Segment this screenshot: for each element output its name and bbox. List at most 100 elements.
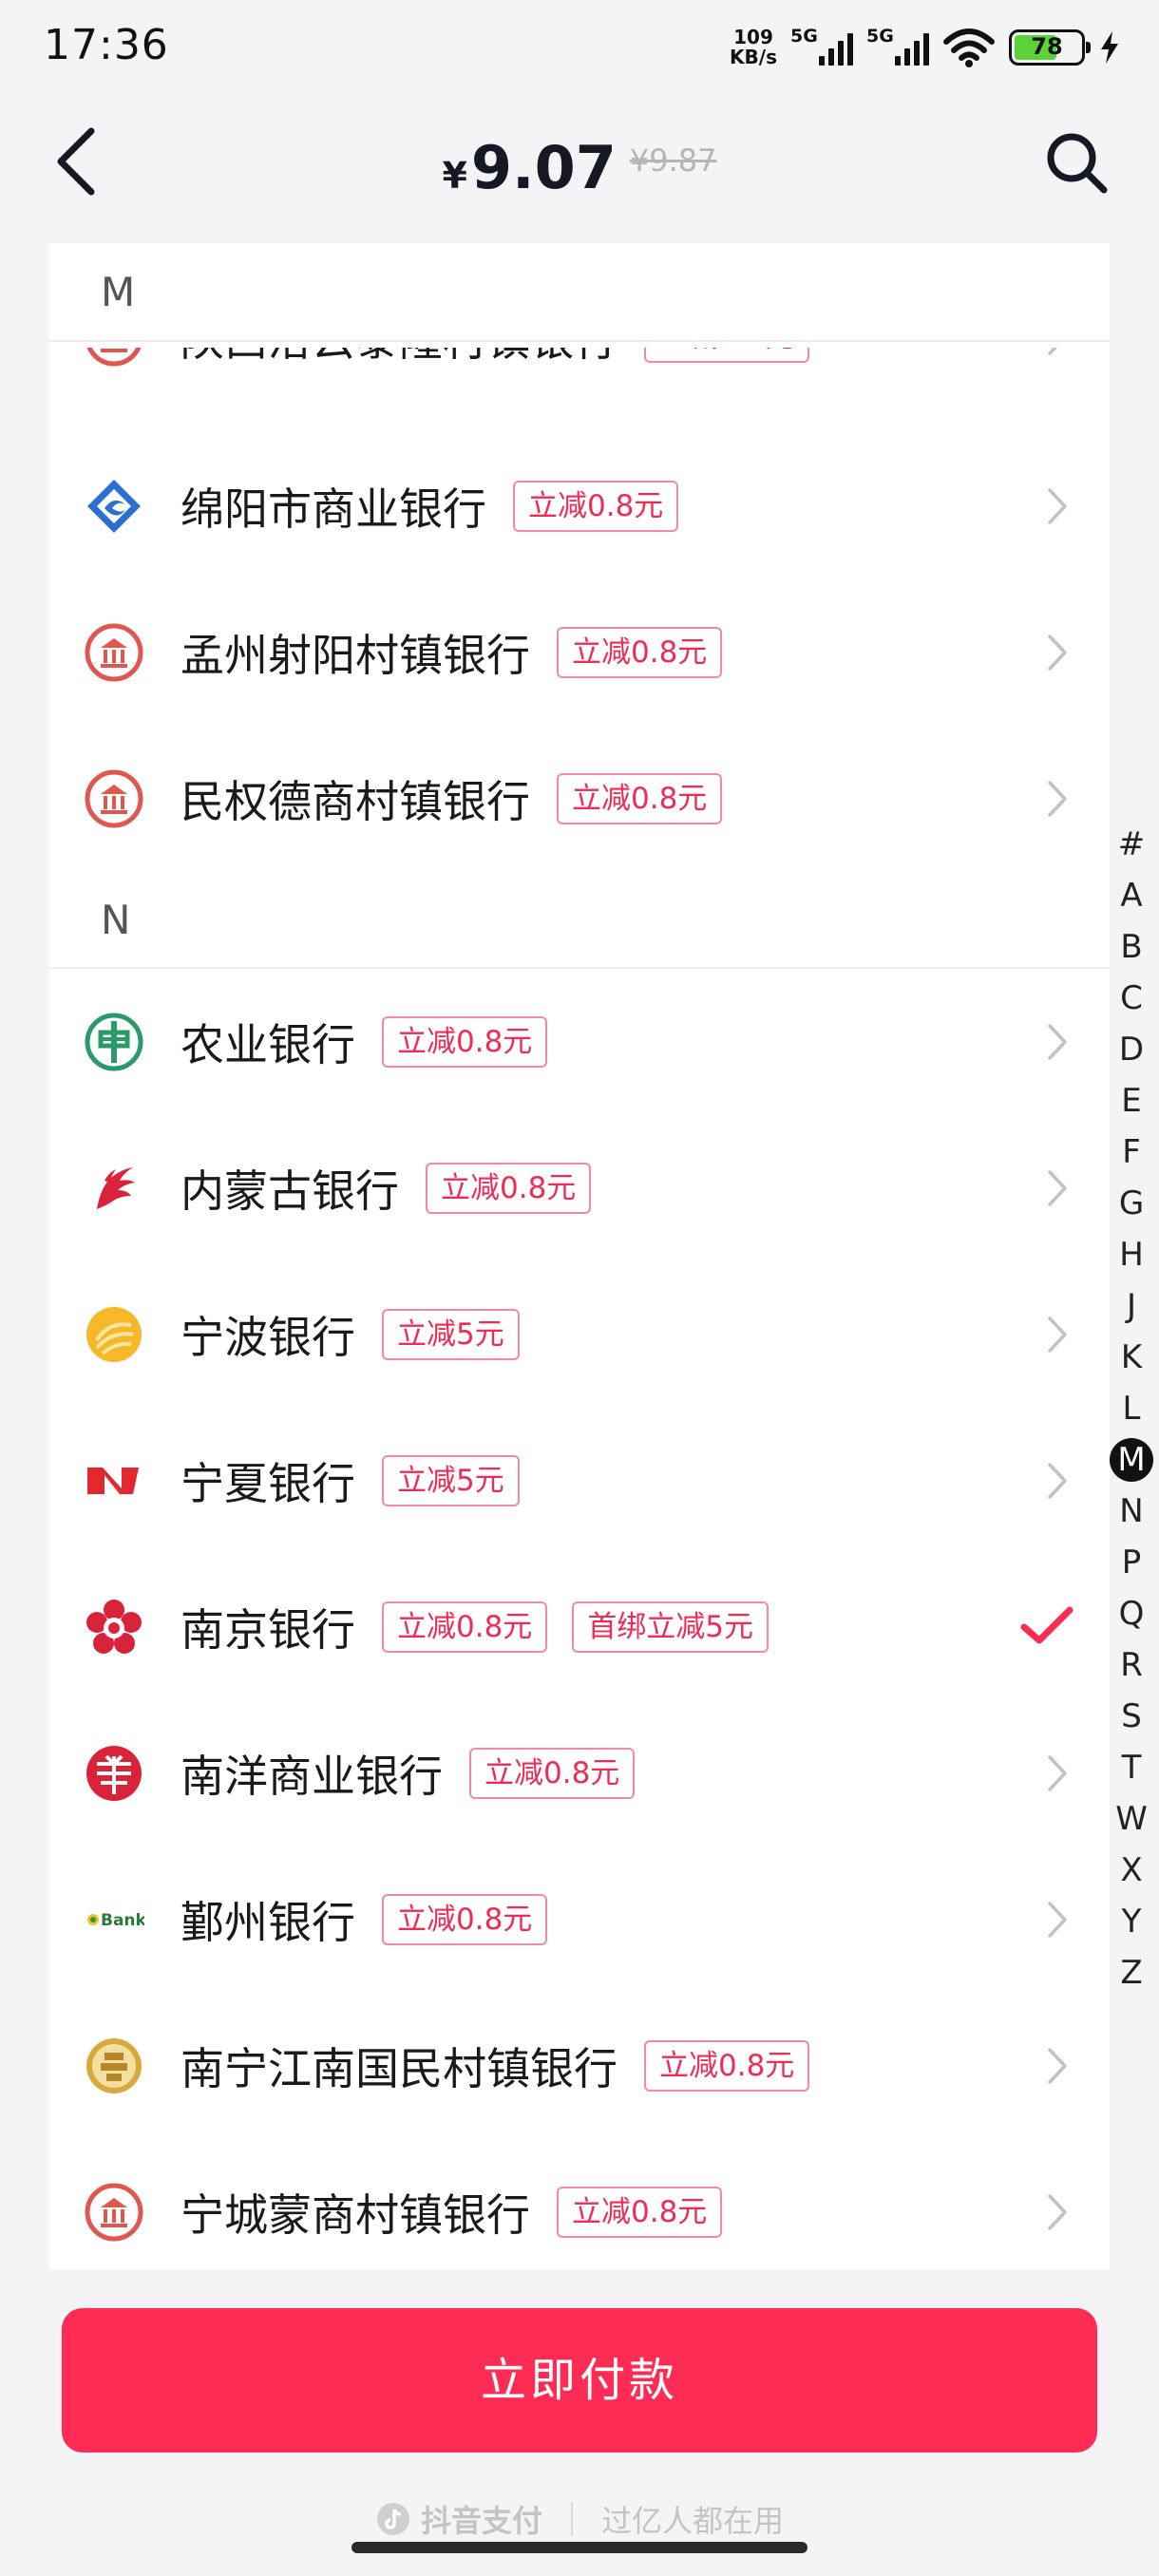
bank-building-icon [85, 2183, 143, 2242]
index-letter[interactable]: # [1108, 819, 1155, 870]
index-letter[interactable]: X [1108, 1845, 1155, 1896]
svg-text:Bank: Bank [101, 1911, 144, 1930]
discount-badge: 立减0.8元 [557, 2187, 723, 2238]
chevron-right-icon [1048, 2194, 1067, 2230]
price-display: ¥9.07 ¥9.87 [0, 133, 1159, 202]
chevron-right-icon [1048, 1755, 1067, 1791]
discount-badge: 立减5元 [382, 1455, 520, 1506]
bank-building-icon [85, 623, 143, 682]
cellular-signal-icon: 5G [866, 26, 929, 69]
bank-name: 孟州射阳村镇银行 [180, 630, 530, 681]
discount-badge: 立减0.8元 [382, 1894, 548, 1945]
header: ¥9.07 ¥9.87 [0, 95, 1159, 256]
index-letter[interactable]: B [1108, 921, 1155, 973]
bank-name: 鄞州银行 [180, 1897, 355, 1948]
network-speed-unit: KB/s [730, 46, 777, 68]
bank-row[interactable]: 宁波银行 立减5元 [49, 1261, 1110, 1408]
bank-row[interactable]: 民权德商村镇银行 立减0.8元 [49, 726, 1110, 872]
index-letter[interactable]: T [1108, 1742, 1155, 1793]
section-letter: N [101, 896, 131, 943]
chevron-right-icon [1048, 1170, 1067, 1206]
index-letter[interactable]: E [1108, 1075, 1155, 1127]
chevron-right-icon [1048, 1463, 1067, 1499]
bank-row[interactable]: Bank 鄞州银行 立减0.8元 [49, 1847, 1110, 1993]
bank-row[interactable]: 宁夏银行 立减5元 [49, 1408, 1110, 1554]
index-letter[interactable]: Y [1108, 1896, 1155, 1947]
bank-row[interactable]: 孟州射阳村镇银行 立减0.8元 [49, 579, 1110, 726]
signal-type-label: 5G [866, 26, 894, 47]
nanning-jiangnan-bank-logo [86, 2038, 142, 2093]
ningxia-bank-logo [87, 1468, 139, 1494]
status-bar: 17:36 109 KB/s 5G 5G 78 [0, 0, 1159, 95]
home-indicator[interactable] [352, 2542, 808, 2553]
checkmark-icon [1020, 1606, 1074, 1644]
index-letter[interactable]: W [1108, 1793, 1155, 1845]
bank-list: M 陕西洛云泰隆村镇银行 立减0.8元 绵阳市商业银行 立减0.8元 [49, 243, 1110, 2270]
bank-name: 宁夏银行 [180, 1458, 355, 1509]
index-letter[interactable]: P [1108, 1537, 1155, 1588]
bank-name: 宁波银行 [180, 1312, 355, 1363]
index-letter[interactable]: D [1108, 1024, 1155, 1075]
discount-badge: 立减0.8元 [644, 2040, 810, 2092]
original-price: ¥9.87 [629, 142, 717, 179]
footer-divider [571, 2502, 573, 2536]
chevron-right-icon [1048, 781, 1067, 817]
price-value: 9.07 [470, 133, 617, 202]
abc-bank-logo [85, 1013, 143, 1071]
cellular-signal-icon: 5G [790, 26, 853, 69]
index-letter[interactable]: J [1108, 1280, 1155, 1332]
index-letter[interactable]: Q [1108, 1588, 1155, 1639]
bank-name: 陕西洛云泰隆村镇银行 [180, 348, 618, 369]
footer-slogan: 过亿人都在用 [601, 2503, 785, 2539]
index-letter[interactable]: S [1108, 1691, 1155, 1742]
index-letter[interactable]: N [1108, 1486, 1155, 1537]
bank-name: 宁城蒙商村镇银行 [180, 2189, 530, 2241]
bank-row[interactable]: 内蒙古银行 立减0.8元 [49, 1115, 1110, 1261]
chevron-right-icon [1048, 2048, 1067, 2084]
signal-type-label: 5G [790, 26, 818, 47]
index-letter[interactable]: F [1108, 1127, 1155, 1178]
bank-row[interactable]: 农业银行 立减0.8元 [49, 969, 1110, 1115]
discount-badge: 立减0.8元 [382, 1016, 548, 1068]
index-letter[interactable]: G [1108, 1178, 1155, 1229]
section-header-m: M [49, 243, 1110, 342]
bank-name: 农业银行 [180, 1019, 355, 1070]
bank-row-selected[interactable]: 南京银行 立减0.8元 首绑立减5元 [49, 1554, 1110, 1700]
index-letter-active[interactable]: M [1108, 1434, 1155, 1486]
bank-row[interactable]: 绵阳市商业银行 立减0.8元 [49, 433, 1110, 579]
index-letter[interactable]: K [1108, 1332, 1155, 1383]
index-letter[interactable]: C [1108, 973, 1155, 1024]
inner-mongolia-bank-logo [97, 1167, 135, 1209]
footer-brand: 抖音支付 [375, 2497, 542, 2541]
bank-name: 民权德商村镇银行 [180, 776, 530, 827]
search-icon[interactable] [1043, 129, 1110, 196]
discount-badge: 立减0.8元 [557, 773, 723, 824]
bank-row[interactable]: 南宁江南国民村镇银行 立减0.8元 [49, 1993, 1110, 2139]
bank-building-icon [85, 769, 143, 828]
bank-row[interactable]: 南洋商业银行 立减0.8元 [49, 1700, 1110, 1847]
section-letter: M [101, 268, 136, 315]
index-letter[interactable]: A [1108, 870, 1155, 921]
section-header-n: N [49, 872, 1110, 967]
index-letter[interactable]: Z [1108, 1947, 1155, 1998]
douyin-pay-icon [376, 2503, 409, 2535]
index-letter[interactable]: H [1108, 1229, 1155, 1280]
index-letter[interactable]: L [1108, 1383, 1155, 1434]
pay-now-button[interactable]: 立即付款 [62, 2308, 1097, 2453]
discount-badge: 立减0.8元 [644, 348, 810, 363]
chevron-right-icon [1048, 488, 1067, 524]
network-speed: 109 KB/s [730, 28, 777, 67]
battery-level: 78 [1031, 33, 1063, 60]
chevron-right-icon [1048, 348, 1058, 355]
discount-badge: 立减0.8元 [557, 627, 723, 678]
charging-icon [1101, 31, 1118, 64]
bank-row[interactable]: 宁城蒙商村镇银行 立减0.8元 [49, 2139, 1110, 2270]
bank-building-icon [86, 348, 142, 367]
nanyang-bank-logo [86, 1746, 142, 1801]
index-letter[interactable]: R [1108, 1639, 1155, 1691]
bank-row[interactable]: 陕西洛云泰隆村镇银行 立减0.8元 [49, 348, 1110, 433]
nanjing-bank-logo [86, 1600, 142, 1654]
first-bind-badge: 首绑立减5元 [572, 1601, 770, 1653]
alphabet-index[interactable]: # A B C D E F G H J K L M N P Q R S T W … [1108, 819, 1155, 1998]
bank-name: 绵阳市商业银行 [180, 483, 486, 535]
